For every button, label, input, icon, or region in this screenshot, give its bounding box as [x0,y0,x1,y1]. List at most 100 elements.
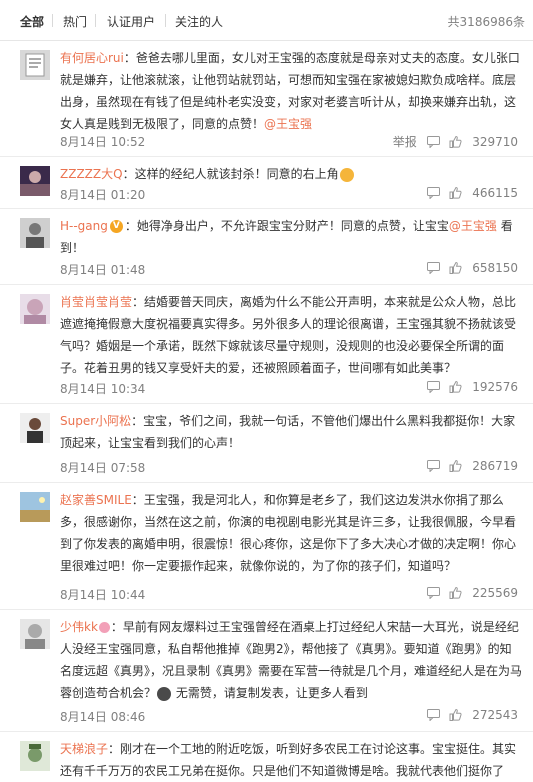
mention-link[interactable]: @王宝强 [449,219,497,233]
like-button[interactable]: 225569 [449,586,518,600]
comment-meta: 8月14日 01:20 466115 [60,186,522,202]
comment-text: ：她得净身出户，不允许跟宝宝分财产！同意的点赞，让宝宝 [124,219,449,233]
comment-date: 8月14日 10:52 [60,135,146,149]
comment-item: 少伟kk ：早前有网友爆料过王宝强曾经在酒桌上打过经纪人宋喆一大耳光，说是经纪人没… [0,610,533,732]
like-button[interactable]: 272543 [449,708,518,722]
like-count: 225569 [472,586,518,600]
comment-actions: 225569 [421,586,518,600]
comment-icon [426,381,440,393]
thumbs-up-icon [449,262,462,274]
comment-username[interactable]: 天梯浪子 [60,742,108,756]
like-count: 286719 [472,459,518,473]
comment-actions: 466115 [421,186,518,200]
comment-body: 天梯浪子：刚才在一个工地的附近吃饭，听到好多农民工在讨论这事。宝宝挺住。其实还有… [60,738,522,782]
comment-username[interactable]: ZZZZZ大Q [60,167,123,181]
like-count: 658150 [472,261,518,275]
report-button[interactable]: 举报 [393,135,417,149]
comment-actions: 286719 [421,459,518,473]
avatar[interactable] [20,492,50,522]
avatar[interactable] [20,218,50,248]
reply-button[interactable] [426,708,440,722]
comment-date: 8月14日 10:34 [60,382,146,396]
verified-badge-icon: V [109,220,123,233]
comment-date: 8月14日 01:48 [60,263,146,277]
comment-username[interactable]: Super小阿松 [60,414,131,428]
hand-emoji-icon [157,686,172,701]
comment-text: ：刚才在一个工地的附近吃饭，听到好多农民工在讨论这事。宝宝挺住。其实还有千千万万… [60,742,517,778]
like-button[interactable]: 658150 [449,261,518,275]
comment-username[interactable]: 有何居心rui [60,51,124,65]
like-button[interactable]: 466115 [449,186,518,200]
like-button[interactable]: 192576 [449,380,518,394]
like-button[interactable]: 286719 [449,459,518,473]
reply-button[interactable] [426,261,440,275]
reply-button[interactable] [426,380,440,394]
thumbs-up-icon [449,709,462,721]
comment-date: 8月14日 08:46 [60,710,146,724]
comment-username[interactable]: 赵家善SMILE [60,493,132,507]
comment-icon [426,587,440,599]
tab-verified-users[interactable]: 认证用户 [107,13,155,30]
comment-date: 8月14日 01:20 [60,188,146,202]
comment-item: 有何居心rui：爸爸去哪儿里面，女儿对王宝强的态度就是母亲对丈夫的态度。女儿张口… [0,41,533,157]
comment-meta: 8月14日 10:34 192576 [60,380,522,396]
tab-divider [165,14,166,27]
comment-username[interactable]: H--gang [60,219,108,233]
thumbs-up-icon [449,136,462,148]
comment-meta: 8月14日 01:48 658150 [60,261,522,277]
comment-actions: 举报 329710 [387,133,518,150]
comment-body: 赵家善SMILE：王宝强，我是河北人，和你算是老乡了，我们这边发洪水你捐了那么多… [60,489,522,577]
tab-hot[interactable]: 热门 [63,13,87,30]
comment-body: Super小阿松：宝宝，爷们之间，我就一句话，不管他们爆出什么黑料我都挺你！大家… [60,410,522,454]
reply-button[interactable] [426,186,440,200]
tab-following[interactable]: 关注的人 [175,13,223,30]
comment-body: 少伟kk ：早前有网友爆料过王宝强曾经在酒桌上打过经纪人宋喆一大耳光，说是经纪人没… [60,616,522,704]
avatar[interactable] [20,413,50,443]
comment-item: 肖莹肖莹肖莹：结婚要普天同庆，离婚为什么不能公开声明，本来就是公众人物，总比遮遮… [0,285,533,404]
comment-meta: 8月14日 10:44 225569 [60,586,522,602]
like-count: 466115 [472,186,518,200]
comment-body: 肖莹肖莹肖莹：结婚要普天同庆，离婚为什么不能公开声明，本来就是公众人物，总比遮遮… [60,291,522,379]
comment-actions: 272543 [421,708,518,722]
comment-item: Super小阿松：宝宝，爷们之间，我就一句话，不管他们爆出什么黑料我都挺你！大家… [0,404,533,483]
comment-item: ZZZZZ大Q：这样的经纪人就该封杀！同意的右上角 8月14日 01:20 46… [0,157,533,209]
comment-body: H--gang V ：她得净身出户，不允许跟宝宝分财产！同意的点赞，让宝宝@王宝强 … [60,215,522,259]
comment-date: 8月14日 07:58 [60,461,146,475]
thumbs-up-icon [449,460,462,472]
comment-meta: 8月14日 07:58 286719 [60,459,522,475]
thumbs-up-icon [449,187,462,199]
mention-link[interactable]: @王宝强 [264,117,312,131]
comment-body: ZZZZZ大Q：这样的经纪人就该封杀！同意的右上角 [60,163,522,185]
thumbs-up-emoji-icon [339,167,354,182]
comment-item: 天梯浪子：刚才在一个工地的附近吃饭，听到好多农民工在讨论这事。宝宝挺住。其实还有… [0,732,533,778]
comment-text-tail: 无需赞，请复制发表，让更多人看到 [172,686,368,700]
like-count: 329710 [472,135,518,149]
pink-badge-icon [98,622,110,633]
thumbs-up-icon [449,381,462,393]
comment-icon [426,187,440,199]
comment-icon [426,709,440,721]
avatar[interactable] [20,741,50,771]
comment-item: 赵家善SMILE：王宝强，我是河北人，和你算是老乡了，我们这边发洪水你捐了那么多… [0,483,533,610]
tab-divider [95,14,96,27]
tab-divider [52,14,53,27]
avatar[interactable] [20,166,50,196]
like-button[interactable]: 329710 [449,135,518,149]
avatar[interactable] [20,294,50,324]
filter-tabs: 全部 热门 认证用户 关注的人 共3186986条 [0,0,533,41]
comment-text: ：这样的经纪人就该封杀！同意的右上角 [122,167,339,181]
avatar[interactable] [20,619,50,649]
reply-button[interactable] [426,586,440,600]
reply-button[interactable] [426,459,440,473]
comment-date: 8月14日 10:44 [60,588,146,602]
comment-body: 有何居心rui：爸爸去哪儿里面，女儿对王宝强的态度就是母亲对丈夫的态度。女儿张口… [60,47,522,135]
like-count: 272543 [472,708,518,722]
comment-actions: 192576 [421,380,518,394]
comment-username[interactable]: 少伟kk [60,620,98,634]
comment-icon [426,262,440,274]
tab-all[interactable]: 全部 [20,13,44,30]
avatar[interactable] [20,50,50,80]
reply-button[interactable] [426,135,440,149]
comment-total-count: 共3186986条 [447,15,525,29]
comment-username[interactable]: 肖莹肖莹肖莹 [60,295,132,309]
